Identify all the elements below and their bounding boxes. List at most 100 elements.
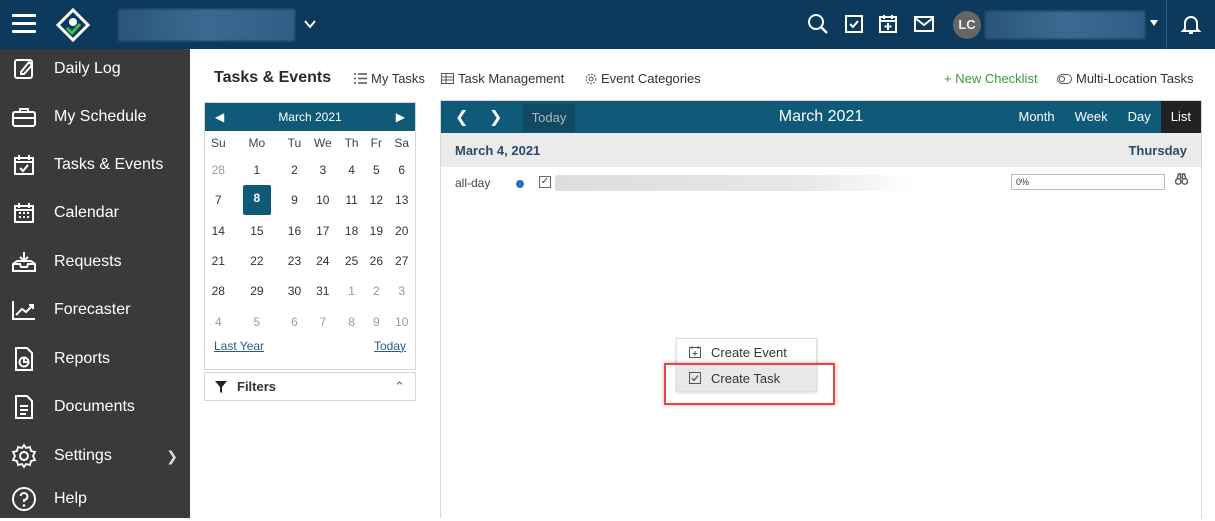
- create-event-label: Create Event: [711, 344, 787, 360]
- day-cell[interactable]: 8: [232, 185, 283, 216]
- sidebar-item-help[interactable]: Help: [0, 477, 190, 521]
- new-checklist-link[interactable]: + New Checklist: [944, 71, 1038, 86]
- location-selector[interactable]: [118, 9, 295, 41]
- day-cell[interactable]: 5: [364, 155, 388, 185]
- event-row[interactable]: all-day ✓ 0%: [441, 167, 1201, 199]
- weekday-header: Th: [344, 136, 359, 150]
- calendar-add-icon[interactable]: [876, 12, 900, 36]
- day-cell[interactable]: 9: [282, 185, 307, 215]
- sidebar-item-label: Settings: [54, 447, 112, 464]
- day-cell[interactable]: 22: [232, 246, 283, 276]
- day-cell[interactable]: 3: [307, 155, 339, 185]
- day-cell[interactable]: 9: [364, 306, 388, 336]
- day-cell[interactable]: 27: [388, 246, 415, 276]
- day-cell[interactable]: 7: [205, 185, 232, 215]
- view-day-button[interactable]: Day: [1118, 101, 1161, 133]
- next-month-icon[interactable]: ▶: [396, 110, 405, 124]
- view-month-button[interactable]: Month: [1009, 101, 1065, 133]
- day-cell[interactable]: 11: [339, 185, 364, 215]
- day-number: 30: [287, 284, 302, 299]
- sidebar-item-label: Forecaster: [54, 301, 131, 318]
- chevron-down-icon[interactable]: [304, 20, 316, 29]
- day-cell[interactable]: 1: [339, 276, 364, 306]
- checkbox-icon[interactable]: ✓: [539, 176, 551, 188]
- filters-panel[interactable]: Filters ⌃: [204, 372, 416, 401]
- weekday-header: Sa: [394, 136, 410, 150]
- sidebar-item-tasks-events[interactable]: Tasks & Events: [0, 143, 190, 187]
- day-cell[interactable]: 24: [307, 246, 339, 276]
- day-cell[interactable]: 7: [307, 306, 339, 336]
- day-cell[interactable]: 2: [282, 155, 307, 185]
- weekday-label: Thursday: [1128, 142, 1187, 158]
- day-cell[interactable]: 4: [339, 155, 364, 185]
- create-event-menu-item[interactable]: Create Event: [677, 339, 816, 365]
- view-list-button[interactable]: List: [1160, 101, 1201, 133]
- avatar[interactable]: LC: [953, 11, 981, 39]
- day-cell[interactable]: 29: [232, 276, 283, 306]
- day-cell[interactable]: 3: [388, 276, 415, 306]
- day-cell[interactable]: 5: [232, 306, 283, 336]
- weekday-header: Mo: [248, 136, 266, 150]
- day-cell[interactable]: 10: [307, 185, 339, 215]
- task-management-link[interactable]: Task Management: [441, 71, 564, 86]
- prev-month-icon[interactable]: ◀: [215, 110, 224, 124]
- day-cell[interactable]: 8: [339, 306, 364, 336]
- day-cell[interactable]: 10: [388, 306, 415, 336]
- chevron-up-icon[interactable]: ⌃: [394, 379, 405, 395]
- today-link[interactable]: Today: [374, 339, 406, 353]
- day-number: 7: [214, 193, 222, 208]
- day-number: 29: [250, 284, 264, 299]
- day-cell[interactable]: 2: [364, 276, 388, 306]
- day-cell[interactable]: 31: [307, 276, 339, 306]
- day-cell[interactable]: 4: [205, 306, 232, 336]
- view-week-button[interactable]: Week: [1065, 101, 1118, 133]
- my-tasks-link[interactable]: My Tasks: [354, 71, 425, 86]
- sidebar-item-forecaster[interactable]: Forecaster: [0, 288, 190, 332]
- sidebar-item-requests[interactable]: Requests: [0, 240, 190, 284]
- day-cell[interactable]: 18: [339, 216, 364, 246]
- sidebar-item-settings[interactable]: Settings ❯: [0, 434, 190, 478]
- day-cell[interactable]: 28: [205, 276, 232, 306]
- app-logo[interactable]: [56, 8, 90, 42]
- last-year-link[interactable]: Last Year: [214, 339, 264, 353]
- mail-icon[interactable]: [912, 12, 936, 36]
- day-cell[interactable]: 15: [232, 216, 283, 246]
- bell-icon[interactable]: [1179, 12, 1203, 36]
- sidebar-item-daily-log[interactable]: Daily Log: [0, 47, 190, 91]
- binoculars-icon[interactable]: [1174, 173, 1189, 188]
- task-check-icon[interactable]: [842, 12, 866, 36]
- day-cell[interactable]: 30: [282, 276, 307, 306]
- sidebar-item-label: Tasks & Events: [54, 156, 164, 173]
- day-number: 10: [395, 314, 409, 329]
- event-categories-link[interactable]: Event Categories: [585, 71, 701, 86]
- menu-icon[interactable]: [12, 14, 36, 34]
- sidebar-item-my-schedule[interactable]: My Schedule: [0, 95, 190, 139]
- chevron-down-icon[interactable]: [1150, 20, 1158, 26]
- day-cell[interactable]: 1: [232, 155, 283, 185]
- day-cell[interactable]: 26: [364, 246, 388, 276]
- view-switcher: Month Week Day List: [1009, 101, 1201, 133]
- day-cell[interactable]: 25: [339, 246, 364, 276]
- day-cell[interactable]: 6: [282, 306, 307, 336]
- day-cell[interactable]: 12: [364, 185, 388, 215]
- day-cell[interactable]: 13: [388, 185, 415, 215]
- sidebar-item-documents[interactable]: Documents: [0, 385, 190, 429]
- user-name[interactable]: [985, 11, 1145, 39]
- progress-field[interactable]: 0%: [1011, 174, 1165, 190]
- sidebar-item-calendar[interactable]: Calendar: [0, 191, 190, 235]
- day-cell[interactable]: 16: [282, 216, 307, 246]
- day-cell[interactable]: 23: [282, 246, 307, 276]
- day-cell[interactable]: 14: [205, 216, 232, 246]
- day-cell[interactable]: 20: [388, 216, 415, 246]
- day-cell[interactable]: 17: [307, 216, 339, 246]
- day-cell[interactable]: 6: [388, 155, 415, 185]
- day-number: 2: [291, 163, 298, 178]
- day-cell[interactable]: 19: [364, 216, 388, 246]
- day-cell[interactable]: 28: [205, 155, 232, 185]
- sidebar-item-reports[interactable]: Reports: [0, 337, 190, 381]
- day-cell[interactable]: 21: [205, 246, 232, 276]
- search-icon[interactable]: [806, 12, 830, 36]
- event-title-redacted[interactable]: [555, 175, 915, 191]
- weekday-header: We: [313, 136, 332, 150]
- multi-location-tasks-link[interactable]: Multi-Location Tasks: [1057, 71, 1194, 86]
